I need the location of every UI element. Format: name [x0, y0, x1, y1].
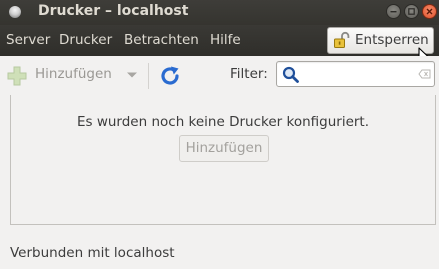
filter-label: Filter: — [230, 66, 268, 82]
add-printer-button[interactable]: Hinzufügen — [35, 66, 112, 82]
close-button[interactable] — [422, 4, 437, 19]
close-icon — [426, 8, 433, 15]
chevron-down-icon[interactable] — [126, 71, 138, 79]
toolbar: Hinzufügen Filter: — [0, 56, 439, 94]
search-field[interactable] — [276, 61, 435, 87]
refresh-icon[interactable] — [158, 64, 182, 88]
search-input[interactable] — [303, 65, 415, 83]
clear-icon[interactable] — [418, 69, 431, 79]
menu-betrachten[interactable]: Betrachten — [124, 32, 199, 48]
search-icon — [282, 66, 299, 83]
main-window: Drucker – localhost Server Drucker Betra… — [0, 0, 439, 269]
maximize-button[interactable] — [404, 4, 419, 19]
menu-drucker[interactable]: Drucker — [59, 32, 112, 48]
window-title: Drucker – localhost — [38, 3, 189, 19]
menu-hilfe[interactable]: Hilfe — [210, 32, 241, 48]
printer-list-panel: Es wurden noch keine Drucker konfigurier… — [10, 95, 436, 225]
title-bar[interactable]: Drucker – localhost — [0, 0, 439, 25]
unlock-icon — [334, 31, 350, 48]
unlock-label: Entsperren — [355, 32, 429, 48]
menu-server[interactable]: Server — [6, 32, 50, 48]
toolbar-separator — [148, 63, 149, 89]
minimize-button[interactable] — [386, 4, 401, 19]
printer-app-icon — [9, 6, 21, 18]
status-text: Verbunden mit localhost — [10, 245, 175, 261]
add-icon[interactable] — [6, 65, 28, 87]
maximize-icon — [408, 8, 415, 15]
empty-state-message: Es wurden noch keine Drucker konfigurier… — [76, 114, 370, 130]
minimize-icon — [390, 11, 397, 13]
add-printer-empty-button[interactable]: Hinzufügen — [179, 135, 269, 162]
